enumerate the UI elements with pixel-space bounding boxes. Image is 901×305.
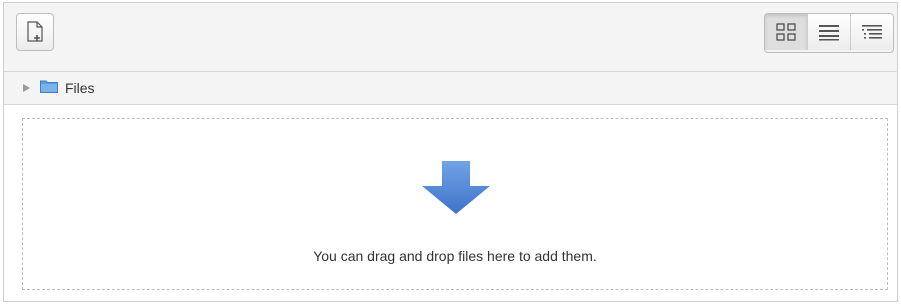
- path-bar: Files: [4, 72, 897, 105]
- expand-triangle-icon[interactable]: [23, 84, 30, 92]
- tree-view-button[interactable]: [851, 14, 893, 50]
- view-mode-group: [764, 13, 894, 53]
- folder-icon: [40, 79, 58, 98]
- tree-icon: [862, 25, 882, 39]
- toolbar: [4, 3, 897, 72]
- file-picker: Files You can drag and drop files here t…: [3, 2, 898, 302]
- list-view-button[interactable]: [808, 14, 851, 50]
- add-file-icon: [27, 21, 43, 42]
- down-arrow-icon: [422, 161, 490, 214]
- path-label-files[interactable]: Files: [65, 80, 95, 96]
- file-drop-zone[interactable]: You can drag and drop files here to add …: [22, 118, 888, 290]
- icons-view-button[interactable]: [765, 14, 808, 50]
- add-file-button[interactable]: [16, 13, 54, 51]
- grid-icon: [776, 23, 796, 41]
- drop-zone-message: You can drag and drop files here to add …: [313, 248, 597, 264]
- list-icon: [819, 25, 839, 41]
